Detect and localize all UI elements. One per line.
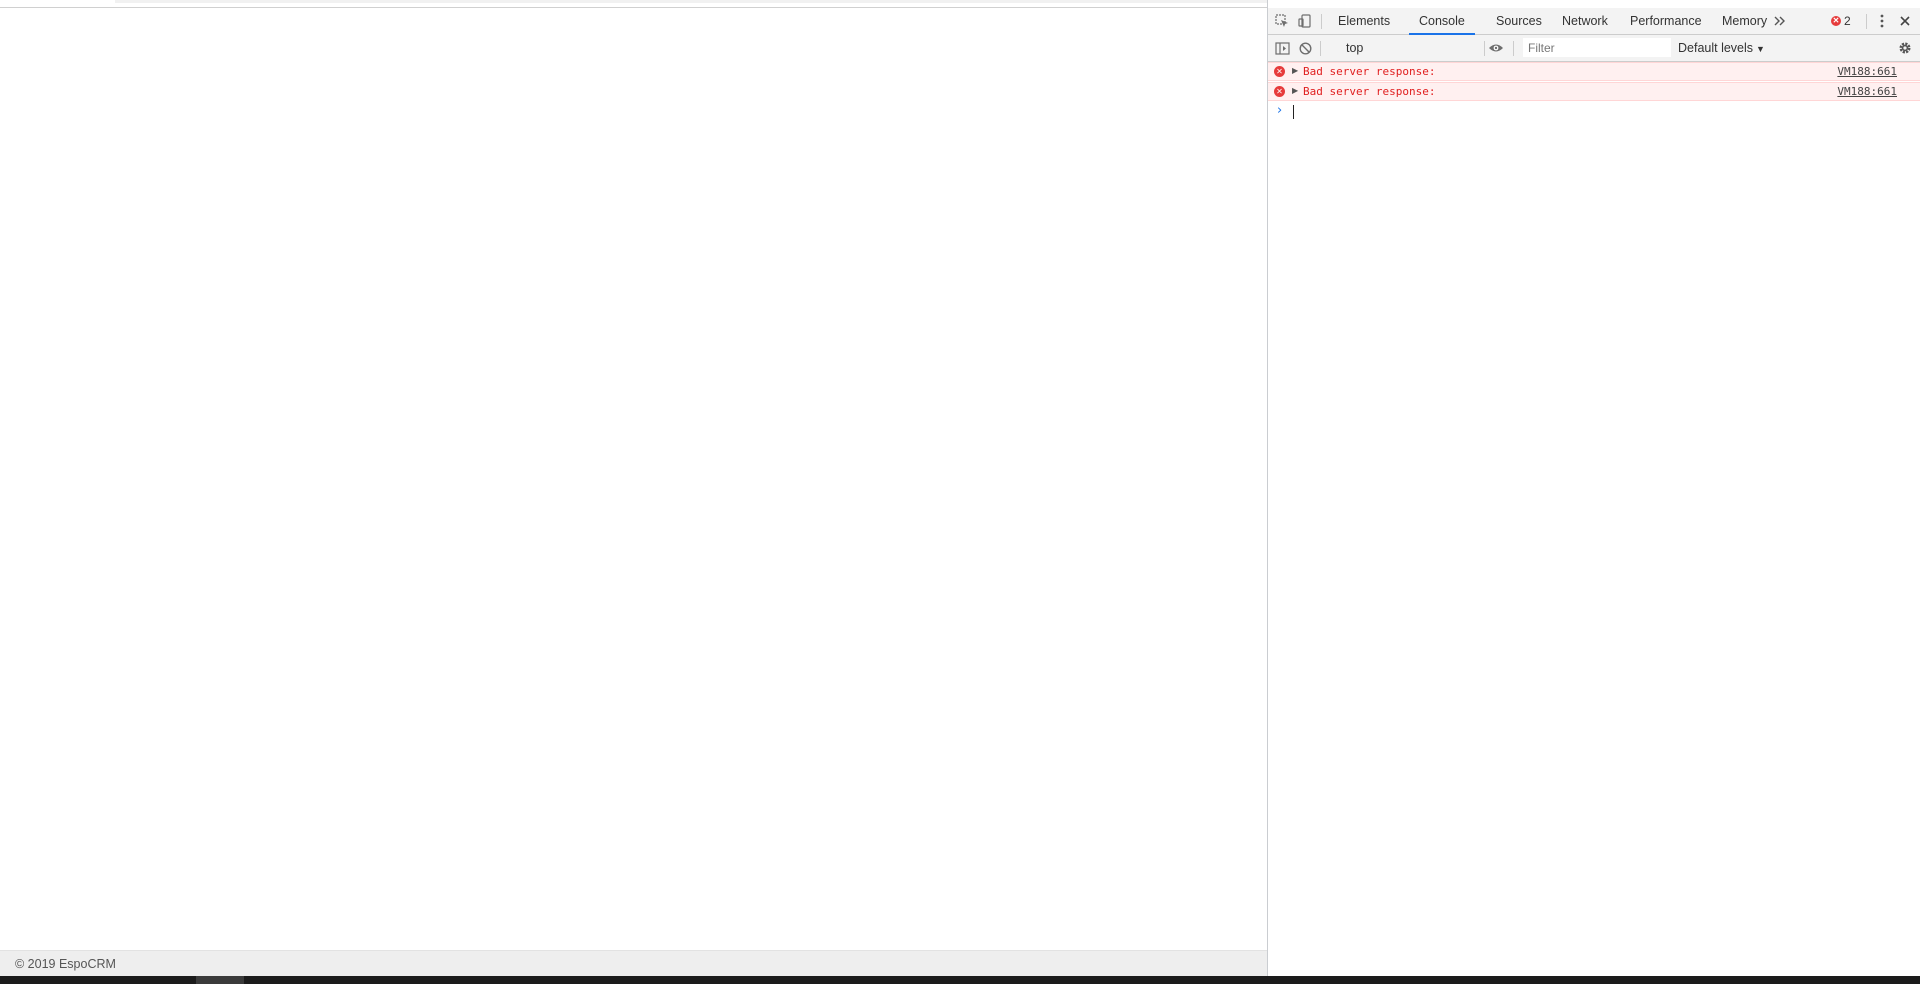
- tab-memory[interactable]: Memory: [1712, 8, 1777, 34]
- tab-elements[interactable]: Elements: [1328, 8, 1400, 34]
- toolbar-separator: [1513, 41, 1514, 56]
- message-source-link[interactable]: VM188:661: [1837, 65, 1897, 78]
- dropdown-arrow-icon: ▼: [1756, 44, 1765, 54]
- page-footer: © 2019 EspoCRM: [0, 950, 1267, 976]
- console-prompt[interactable]: ›: [1268, 102, 1920, 122]
- console-toolbar: top ▼ Default levels▼: [1268, 35, 1920, 62]
- clear-console-icon[interactable]: [1295, 38, 1315, 58]
- error-icon: ✕: [1274, 66, 1285, 77]
- expand-triangle-icon[interactable]: ▶: [1292, 66, 1298, 75]
- tab-sources[interactable]: Sources: [1486, 8, 1552, 34]
- devtools-panel: Elements Console Sources Network Perform…: [1267, 0, 1920, 976]
- close-icon[interactable]: [1895, 11, 1915, 31]
- error-count: 2: [1844, 14, 1851, 28]
- filter-input[interactable]: [1524, 39, 1678, 56]
- os-taskbar: [0, 976, 1920, 984]
- text-caret: [1293, 105, 1294, 119]
- page-top-strip: [115, 0, 1267, 3]
- tabbar-separator: [1321, 14, 1322, 29]
- message-source-link[interactable]: VM188:661: [1837, 85, 1897, 98]
- tab-performance[interactable]: Performance: [1620, 8, 1712, 34]
- gear-icon[interactable]: [1895, 38, 1915, 58]
- console-output[interactable]: ✕ ▶ Bad server response: VM188:661 ✕ ▶ B…: [1268, 62, 1920, 976]
- footer-copyright: © 2019 EspoCRM: [15, 957, 116, 971]
- tab-console[interactable]: Console: [1409, 8, 1475, 35]
- web-page: © 2019 EspoCRM: [0, 0, 1267, 976]
- filter-box[interactable]: [1523, 38, 1678, 57]
- page-top-border: [0, 7, 1267, 8]
- toolbar-separator: [1320, 41, 1321, 56]
- toolbar-separator: [1484, 41, 1485, 56]
- taskbar-active-item[interactable]: [196, 976, 244, 984]
- more-options-icon[interactable]: [1872, 11, 1892, 31]
- devtools-tabbar: Elements Console Sources Network Perform…: [1268, 8, 1920, 35]
- chevron-double-right-icon[interactable]: [1770, 11, 1790, 31]
- prompt-chevron-icon: ›: [1277, 103, 1283, 118]
- message-text: Bad server response:: [1303, 65, 1436, 78]
- console-message-error[interactable]: ✕ ▶ Bad server response: VM188:661: [1268, 62, 1920, 81]
- context-value: top: [1346, 41, 1364, 55]
- error-icon: ✕: [1831, 16, 1841, 26]
- device-toolbar-icon[interactable]: [1295, 11, 1315, 31]
- error-icon: ✕: [1274, 86, 1285, 97]
- tab-network[interactable]: Network: [1552, 8, 1618, 34]
- console-message-error[interactable]: ✕ ▶ Bad server response: VM188:661: [1268, 82, 1920, 101]
- tabbar-separator: [1866, 14, 1867, 29]
- error-count-badge[interactable]: ✕ 2: [1831, 13, 1851, 29]
- message-text: Bad server response:: [1303, 85, 1436, 98]
- expand-triangle-icon[interactable]: ▶: [1292, 86, 1298, 95]
- inspect-element-icon[interactable]: [1272, 11, 1292, 31]
- eye-icon[interactable]: [1486, 38, 1506, 58]
- context-selector[interactable]: top ▼: [1340, 38, 1546, 58]
- log-levels-label: Default levels: [1678, 41, 1754, 55]
- log-levels-dropdown[interactable]: Default levels ▼: [1678, 38, 1765, 58]
- sidebar-toggle-icon[interactable]: [1272, 38, 1292, 58]
